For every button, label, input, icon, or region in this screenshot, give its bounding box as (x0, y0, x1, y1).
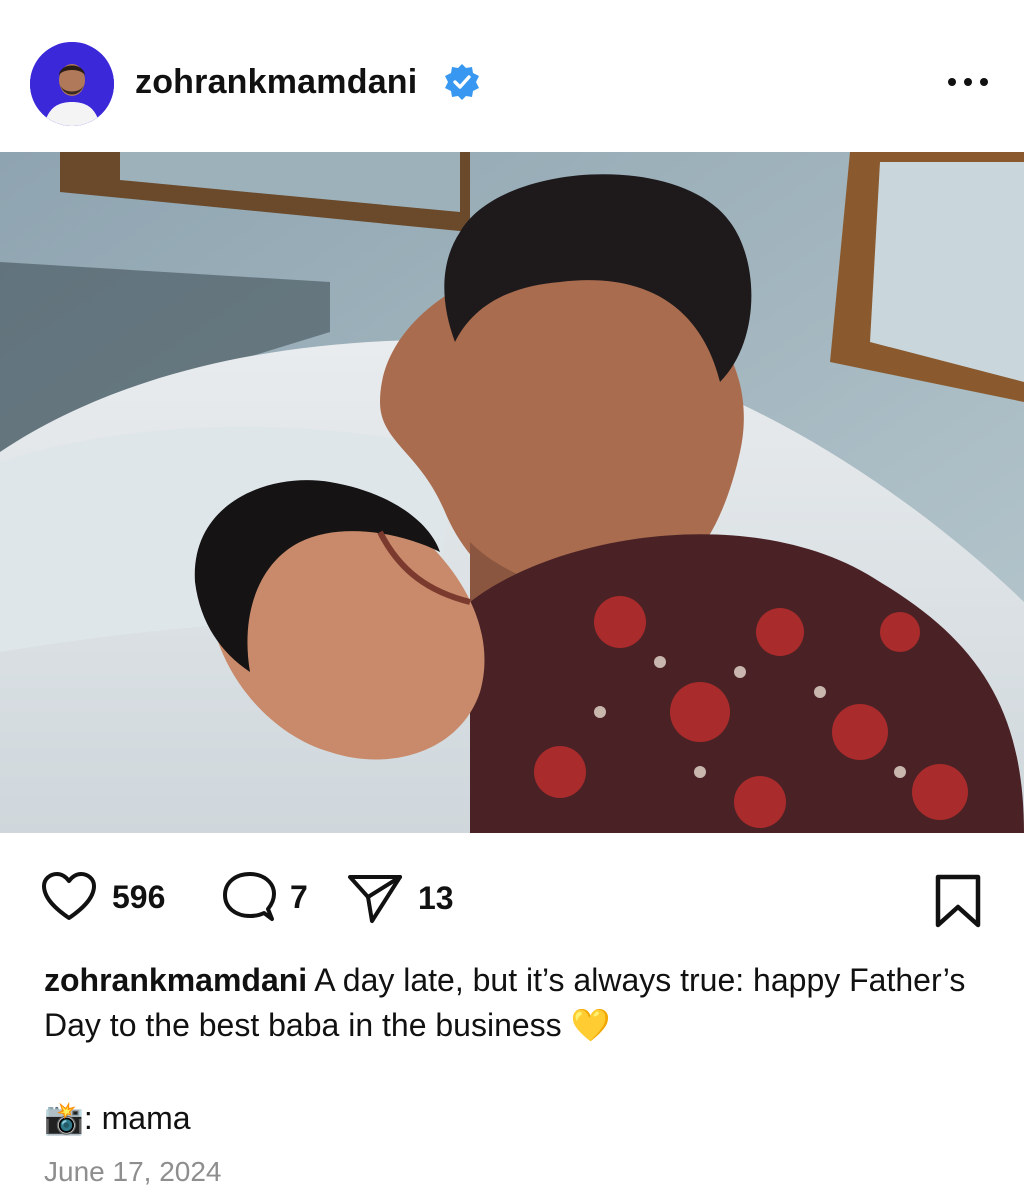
avatar[interactable] (30, 42, 114, 126)
caption-username[interactable]: zohrankmamdani (44, 962, 307, 998)
heart-outline-icon (42, 872, 96, 920)
paper-plane-icon (348, 875, 402, 923)
more-options-icon[interactable] (940, 62, 996, 102)
speech-bubble-icon (223, 872, 276, 921)
like-count: 596 (112, 878, 166, 915)
post-date: June 17, 2024 (44, 1156, 222, 1187)
post-photo[interactable] (0, 152, 1024, 833)
verified-badge-icon (445, 64, 479, 100)
avatar-portrait (30, 42, 114, 126)
like-button[interactable]: 596 (40, 871, 165, 923)
post-image (0, 152, 1024, 833)
post-caption: zohrankmamdani A day late, but it’s alwa… (44, 958, 994, 1048)
comment-button[interactable]: 7 (220, 871, 308, 923)
comment-count: 7 (290, 878, 308, 915)
share-button[interactable]: 13 (346, 871, 454, 925)
photo-credit-text: : mama (83, 1100, 191, 1136)
photo-credit: 📸: mama (44, 1096, 191, 1141)
bookmark-outline-icon[interactable] (932, 873, 984, 929)
camera-flash-emoji: 📸 (44, 1100, 84, 1136)
post-header: zohrankmamdani (0, 0, 1024, 152)
share-count: 13 (418, 879, 454, 916)
post-actions-bar: 596 7 13 (0, 833, 1024, 953)
post-author-username[interactable]: zohrankmamdani (135, 58, 417, 106)
